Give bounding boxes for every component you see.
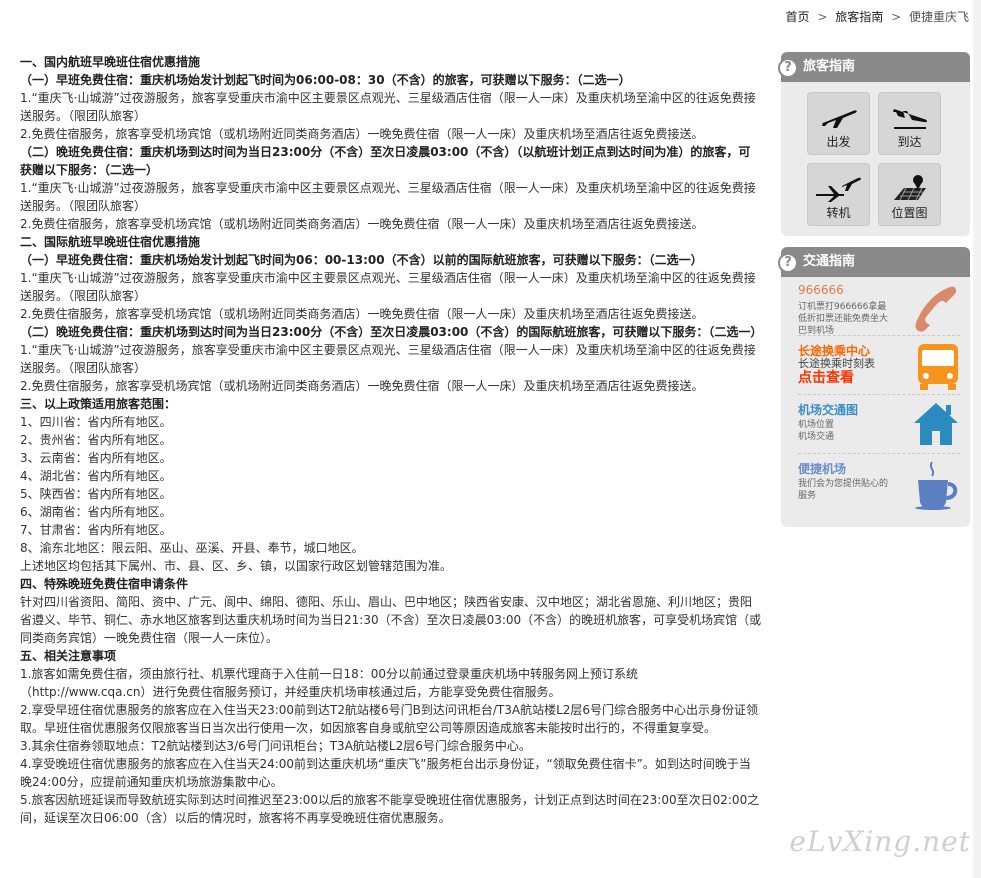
paragraph: 2.免费住宿服务，旅客享受机场宾馆（或机场附近同类商务酒店）一晚免费住宿（限一人… [20,307,704,321]
bus-icon [916,342,960,396]
paragraph: 4、湖北省：省内所有地区。 [20,469,172,483]
house-icon [912,401,960,451]
paragraph: 2.享受早班住宿优惠服务的旅客应在入住当天23:00前到达T2航站楼6号门B到达… [20,703,759,735]
departure-plane-icon [808,101,869,131]
section-heading: 五、相关注意事项 [20,649,117,663]
arrival-plane-icon [879,101,940,131]
breadcrumb-separator: > [817,10,828,24]
paragraph: 2.免费住宿服务，旅客享受机场宾馆（或机场附近同类商务酒店）一晚免费住宿（限一人… [20,127,704,141]
traffic-item-title: 机场交通图 [798,403,859,417]
paragraph: 6、湖南省：省内所有地区。 [20,505,172,519]
passenger-guide-panel: ? 旅客指南 出发 到达 转机 位置图 [778,52,970,236]
traffic-item-desc: 订机票打966666拿最低折扣票还能免费坐大巴到机场 [798,302,889,336]
traffic-item-desc: 长途换乘时刻表 [798,357,875,370]
watermark: eLvXing.net [789,825,971,858]
breadcrumb-home-link[interactable]: 首页 [786,10,810,24]
traffic-item-desc: 机场位置 机场交通 [798,420,835,442]
panel-header: ? 交通指南 [778,247,970,277]
paragraph: 1.“重庆飞·山城游”过夜游服务，旅客享受重庆市渝中区主要景区点观光、三星级酒店… [20,181,756,213]
section-heading: （二）晚班免费住宿：重庆机场到达时间为当日23:00分（不含）至次日凌晨03:0… [20,145,751,177]
paragraph: 1、四川省：省内所有地区。 [20,415,172,429]
paragraph: 3.其余住宿券领取地点：T2航站楼到达3/6号门问讯柜台；T3A航站楼L2层6号… [20,739,531,753]
traffic-guide-panel: ? 交通指南 966666 订机票打966666拿最低折扣票还能免费坐大巴到机场… [778,247,970,527]
location-map-icon [879,172,940,202]
paragraph: 针对四川省资阳、简阳、资中、广元、阆中、绵阳、德阳、乐山、眉山、巴中地区；陕西省… [20,595,762,645]
paragraph: 5.旅客因航班延误而导致航班实际到达时间推迟至23:00以后的旅客不能享受晚班住… [20,793,760,825]
guide-transfer-button[interactable]: 转机 [807,163,870,226]
paragraph: 1.“重庆飞·山城游”过夜游服务，旅客享受重庆市渝中区主要景区点观光、三星级酒店… [20,91,756,123]
guide-item-label: 转机 [826,206,851,220]
guide-item-label: 出发 [826,135,851,149]
question-icon: ? [778,253,798,273]
section-heading: 二、国际航班早晚班住宿优惠措施 [20,235,201,249]
breadcrumb: 首页 > 旅客指南 > 便捷重庆飞 [786,8,969,25]
paragraph: 5、陕西省：省内所有地区。 [20,487,172,501]
article-content: 一、国内航班早晚班住宿优惠措施 （一）早班免费住宿：重庆机场始发计划起飞时间为06… [20,53,762,827]
panel-header: ? 旅客指南 [778,52,970,82]
traffic-item-title: 966666 [798,283,844,297]
traffic-item-airport-map[interactable]: 机场交通图 机场位置 机场交通 [798,395,960,454]
paragraph: 1.“重庆飞·山城游”过夜游服务，旅客享受重庆市渝中区主要景区点观光、三星级酒店… [20,343,756,375]
paragraph: 4.享受晚班住宿优惠服务的旅客应在入住当天24:00前到达重庆机场“重庆飞”服务… [20,757,751,789]
paragraph: 7、甘肃省：省内所有地区。 [20,523,172,537]
paragraph: 8、渝东北地区：限云阳、巫山、巫溪、开县、奉节，城口地区。 [20,541,364,555]
guide-item-label: 位置图 [891,206,928,220]
traffic-item-title: 便捷机场 [798,462,847,476]
traffic-item-hotline[interactable]: 966666 订机票打966666拿最低折扣票还能免费坐大巴到机场 [798,277,960,336]
breadcrumb-current: 便捷重庆飞 [908,10,969,24]
panel-title: 交通指南 [803,254,856,269]
breadcrumb-guide-link[interactable]: 旅客指南 [835,10,883,24]
guide-departure-button[interactable]: 出发 [807,92,870,155]
paragraph: 2.免费住宿服务，旅客享受机场宾馆（或机场附近同类商务酒店）一晚免费住宿（限一人… [20,379,704,393]
paragraph: 1.旅客如需免费住宿，须由旅行社、机票代理商于入住前一日18：00分以前通过登录… [20,667,638,699]
paragraph: 3、云南省：省内所有地区。 [20,451,172,465]
view-schedule-link[interactable]: 点击查看 [798,371,893,385]
breadcrumb-separator: > [891,10,902,24]
paragraph: 1.“重庆飞·山城游”过夜游服务，旅客享受重庆市渝中区主要景区点观光、三星级酒店… [20,271,756,303]
paragraph: 2.免费住宿服务，旅客享受机场宾馆（或机场附近同类商务酒店）一晚免费住宿（限一人… [20,217,704,231]
guide-map-button[interactable]: 位置图 [878,163,941,226]
paragraph: 2、贵州省：省内所有地区。 [20,433,172,447]
traffic-item-convenient[interactable]: 便捷机场 我们会为您提供贴心的服务 [798,454,960,512]
section-heading: （二）晚班免费住宿：重庆机场到达时间为当日23:00分（不含）至次日凌晨03:0… [20,325,763,339]
question-icon: ? [778,58,798,78]
guide-arrival-button[interactable]: 到达 [878,92,941,155]
scrollbar[interactable] [973,0,981,878]
panel-title: 旅客指南 [803,59,856,74]
traffic-item-bus-transfer[interactable]: 长途换乘中心 长途换乘时刻表 点击查看 [798,336,960,395]
guide-item-label: 到达 [897,135,922,149]
paragraph: 上述地区均包括其下属州、市、县、区、乡、镇，以国家行政区划管辖范围为准。 [20,559,453,573]
transfer-planes-icon [808,172,869,202]
phone-handset-icon [912,283,960,337]
section-heading: 三、以上政策适用旅客范围： [20,397,177,411]
section-heading: （一）早班免费住宿：重庆机场始发计划起飞时间为06：00-13:00（不含）以前… [20,253,703,267]
traffic-item-desc: 我们会为您提供贴心的服务 [798,479,889,501]
section-heading: （一）早班免费住宿：重庆机场始发计划起飞时间为06:00-08：30（不含）的旅… [20,73,631,87]
section-heading: 四、特殊晚班免费住宿申请条件 [20,577,189,591]
section-heading: 一、国内航班早晚班住宿优惠措施 [20,55,201,69]
coffee-cup-icon [912,460,960,514]
